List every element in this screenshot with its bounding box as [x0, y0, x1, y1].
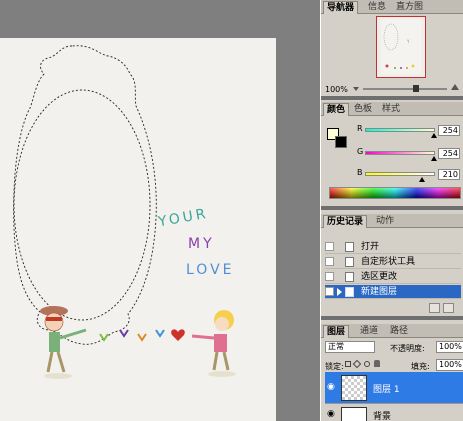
zoom-in-icon[interactable] [451, 84, 459, 90]
tab-swatches[interactable]: 色板 [351, 103, 375, 116]
tab-layers[interactable]: 图层 [323, 325, 350, 338]
tab-navigator[interactable]: 导航器 [323, 1, 359, 14]
fill-label: 填充: [411, 362, 430, 371]
layer-name[interactable]: 背景 [373, 409, 391, 421]
history-source-checkbox[interactable] [325, 257, 334, 266]
tab-info[interactable]: 信息 [365, 1, 389, 14]
tab-channels[interactable]: 通道 [357, 325, 381, 338]
history-item[interactable]: 打开 [325, 240, 461, 254]
channel-r-value[interactable]: 254 [438, 125, 460, 136]
layer-thumbnail [341, 375, 367, 401]
tab-styles[interactable]: 样式 [379, 103, 403, 116]
girl-figure [191, 310, 236, 377]
history-item-label: 选区更改 [361, 272, 398, 282]
hearts-row [99, 329, 185, 342]
lock-transparency-icon[interactable] [345, 361, 351, 367]
color-tabs: 颜色 色板 样式 [321, 102, 463, 116]
channel-r-label: R [357, 124, 363, 133]
history-item-selected[interactable]: 新建图层 [325, 285, 461, 299]
navigator-tabs: 导航器 信息 直方图 [321, 0, 463, 14]
lock-all-icon[interactable] [374, 360, 380, 367]
document-workspace: YOUR MY LOVE [0, 0, 320, 421]
channel-r-slider[interactable] [365, 128, 435, 132]
history-source-checkbox[interactable] [325, 242, 334, 251]
history-source-checkbox[interactable] [325, 272, 334, 281]
document-icon [345, 257, 354, 267]
mirror-frame-selection [13, 45, 236, 379]
lock-position-icon[interactable] [364, 361, 370, 367]
tab-histogram[interactable]: 直方图 [393, 1, 426, 14]
delete-state-button[interactable] [443, 303, 454, 313]
lock-image-icon[interactable] [352, 359, 362, 369]
panel-separator [321, 206, 463, 210]
document-icon [345, 272, 354, 282]
new-snapshot-button[interactable] [429, 303, 440, 313]
panel-dock: 导航器 信息 直方图 Y 100% 颜色 色板 样式 R 254 G 254 B… [320, 0, 463, 421]
layer-row[interactable]: ◉ 背景 [325, 404, 463, 421]
color-spectrum-bar[interactable] [329, 187, 461, 199]
history-item[interactable]: 选区更改 [325, 270, 461, 284]
navigator-thumbnail: Y [381, 19, 421, 74]
layer-row-selected[interactable]: ◉ 图层 1 [325, 372, 463, 404]
tab-paths[interactable]: 路径 [387, 325, 411, 338]
layers-tabs: 图层 通道 路径 [321, 324, 463, 338]
layer-thumbnail [341, 407, 367, 421]
eye-icon[interactable]: ◉ [327, 410, 337, 419]
zoom-slider[interactable] [363, 88, 447, 90]
history-item[interactable]: 自定形状工具 [325, 255, 461, 269]
tab-actions[interactable]: 动作 [373, 215, 397, 228]
channel-b-value[interactable]: 210 [438, 169, 460, 180]
tab-history[interactable]: 历史记录 [323, 215, 368, 228]
channel-g-slider[interactable] [365, 151, 435, 155]
channel-b-thumb[interactable] [419, 177, 425, 182]
panel-separator [321, 96, 463, 100]
history-item-label: 新建图层 [361, 287, 398, 297]
channel-r-thumb[interactable] [431, 133, 437, 138]
layer-name[interactable]: 图层 1 [373, 382, 400, 395]
channel-g-value[interactable]: 254 [438, 148, 460, 159]
opacity-input[interactable]: 100% [436, 341, 463, 353]
boy-figure [40, 306, 87, 379]
history-state-arrow-icon [337, 288, 342, 296]
navigator-preview[interactable]: Y [376, 16, 426, 78]
blend-mode-select[interactable]: 正常 [325, 341, 375, 353]
svg-text:Y: Y [406, 39, 410, 44]
eye-icon[interactable]: ◉ [327, 383, 337, 392]
history-source-checkbox[interactable] [325, 287, 334, 296]
background-color-swatch[interactable] [335, 136, 347, 148]
channel-b-slider[interactable] [365, 172, 435, 176]
channel-b-label: B [357, 168, 363, 177]
love-text-line-3: LOVE [186, 262, 235, 278]
panel-separator [321, 316, 463, 320]
love-text-line-2: MY [188, 236, 215, 252]
document-canvas[interactable]: YOUR MY LOVE [0, 38, 276, 421]
document-icon [345, 242, 354, 252]
zoom-slider-thumb[interactable] [413, 85, 419, 92]
history-tabs: 历史记录 动作 [321, 214, 463, 228]
document-icon [345, 287, 354, 297]
opacity-label: 不透明度: [390, 344, 425, 353]
tab-color[interactable]: 颜色 [323, 103, 350, 116]
channel-g-label: G [357, 147, 364, 156]
fill-input[interactable]: 100% [436, 359, 463, 371]
channel-g-thumb[interactable] [431, 156, 437, 161]
zoom-out-icon[interactable] [353, 87, 359, 91]
history-item-label: 打开 [361, 242, 380, 252]
zoom-level[interactable]: 100% [325, 85, 348, 94]
history-item-label: 自定形状工具 [361, 257, 416, 267]
lock-label: 锁定: [325, 362, 344, 371]
navigator-zoom-bar: 100% [321, 84, 463, 96]
